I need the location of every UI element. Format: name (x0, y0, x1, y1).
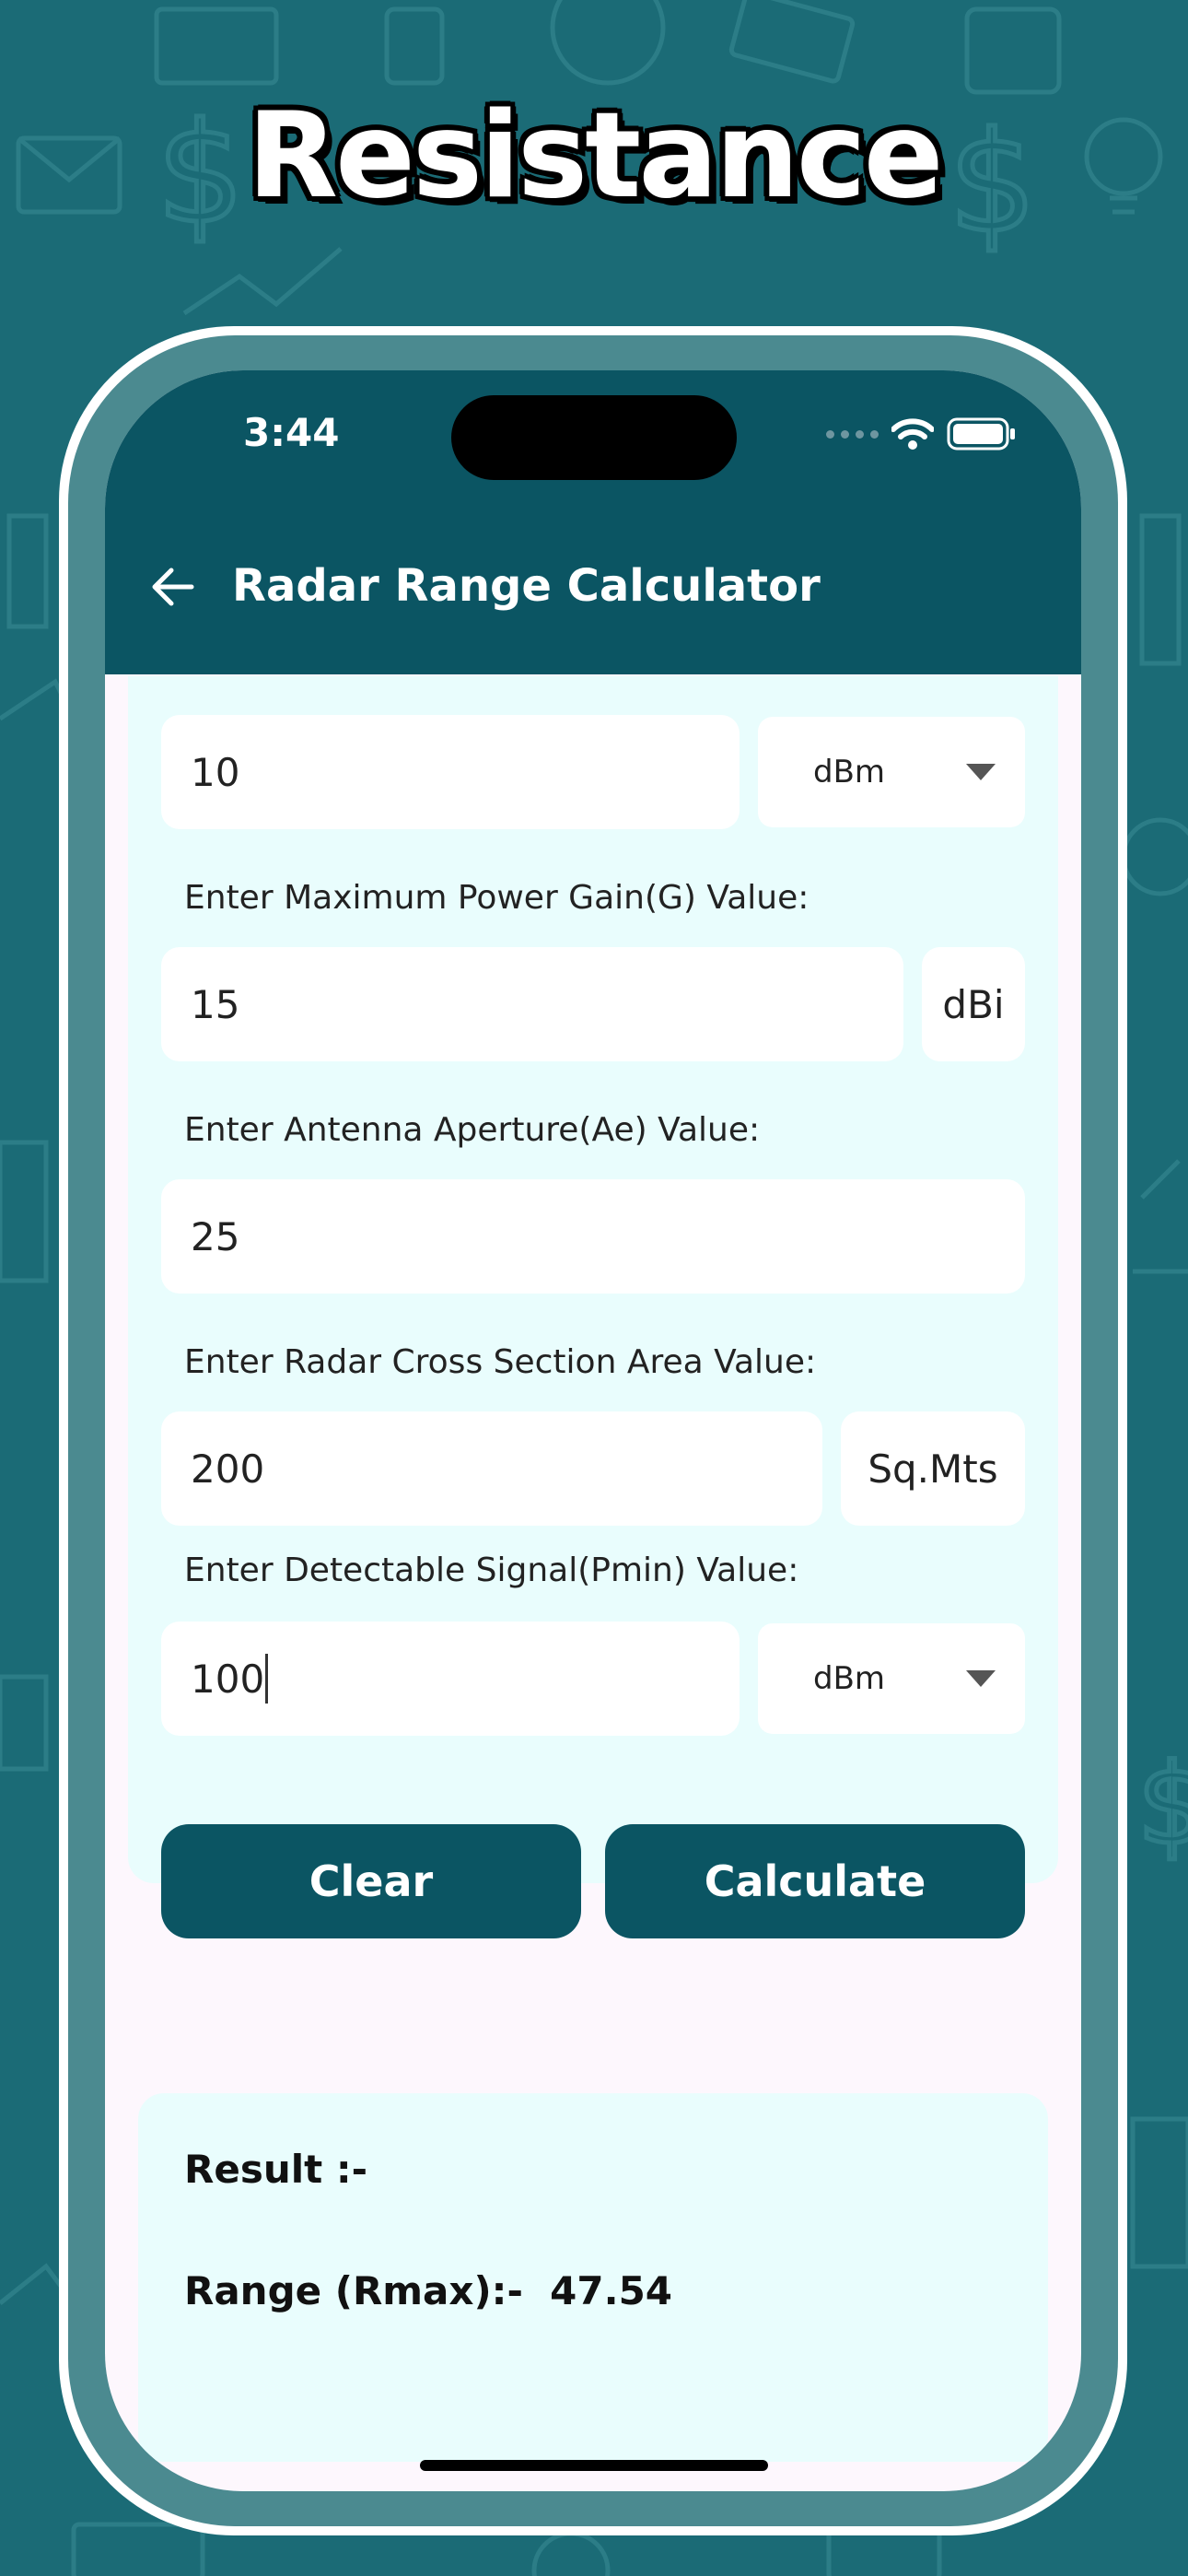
cross-section-label: Enter Radar Cross Section Area Value: (184, 1343, 817, 1381)
gain-unit: dBi (922, 947, 1025, 1061)
chevron-down-icon (966, 1670, 996, 1687)
status-time: 3:44 (243, 410, 340, 455)
arrow-left-icon[interactable] (146, 559, 201, 615)
aperture-label: Enter Antenna Aperture(Ae) Value: (184, 1111, 761, 1149)
headline-title: Resistance (247, 88, 944, 225)
gain-value: 15 (191, 981, 240, 1027)
calculate-button[interactable]: Calculate (605, 1824, 1025, 1938)
transmit-power-value: 10 (191, 749, 240, 795)
gain-input[interactable]: 15 (161, 947, 903, 1061)
aperture-value: 25 (191, 1213, 240, 1259)
min-signal-input[interactable]: 100 (161, 1622, 740, 1736)
range-result: Range (Rmax):- 47.54 (184, 2268, 672, 2313)
dynamic-island (451, 395, 737, 480)
transmit-power-input[interactable]: 10 (161, 715, 740, 829)
clear-button[interactable]: Clear (161, 1824, 581, 1938)
min-signal-value: 100 (191, 1656, 265, 1702)
transmit-power-unit-select[interactable]: dBm (758, 717, 1025, 827)
range-label: Range (Rmax):- (184, 2268, 523, 2313)
text-cursor (265, 1654, 269, 1704)
aperture-input[interactable]: 25 (161, 1179, 1025, 1294)
cross-section-value: 200 (191, 1446, 265, 1492)
svg-text:$: $ (1137, 1741, 1188, 1869)
cross-section-input[interactable]: 200 (161, 1411, 822, 1526)
wifi-icon (891, 418, 934, 450)
page-title: Radar Range Calculator (232, 560, 821, 612)
calculator-form: 10 dBm Enter Maximum Power Gain(G) Value… (128, 676, 1058, 1883)
home-indicator[interactable] (420, 2460, 768, 2471)
transmit-power-unit: dBm (813, 754, 886, 790)
chevron-down-icon (966, 764, 996, 780)
range-value: 47.54 (550, 2268, 673, 2313)
signal-dots-icon (826, 429, 879, 439)
min-signal-unit: dBm (813, 1660, 886, 1697)
phone-screen: 3:44 Radar Range Calculator 10 dBm Enter… (105, 370, 1081, 2491)
gain-label: Enter Maximum Power Gain(G) Value: (184, 879, 809, 917)
battery-icon (947, 417, 1015, 451)
min-signal-label: Enter Detectable Signal(Pmin) Value: (184, 1551, 799, 1589)
result-title: Result :- (184, 2147, 368, 2192)
status-icons (826, 416, 1017, 451)
min-signal-unit-select[interactable]: dBm (758, 1623, 1025, 1734)
app-bar: 3:44 Radar Range Calculator (105, 370, 1081, 674)
cross-section-unit: Sq.Mts (841, 1411, 1025, 1526)
result-card: Result :- Range (Rmax):- 47.54 (138, 2093, 1048, 2462)
